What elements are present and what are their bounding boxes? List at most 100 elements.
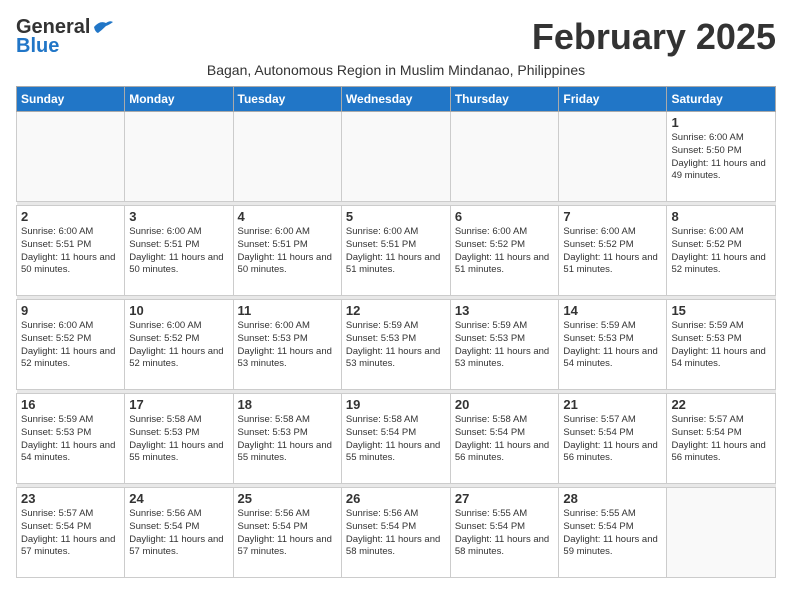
day-number: 1 [671,115,771,130]
calendar-cell: 15 Sunrise: 5:59 AM Sunset: 5:53 PM Dayli… [667,300,776,390]
day-info: Sunrise: 5:59 AM Sunset: 5:53 PM Dayligh… [346,320,446,371]
calendar-cell [125,112,233,202]
day-number: 24 [129,491,228,506]
day-number: 10 [129,303,228,318]
day-info: Sunrise: 5:57 AM Sunset: 5:54 PM Dayligh… [671,414,771,465]
day-number: 15 [671,303,771,318]
day-info: Sunrise: 5:59 AM Sunset: 5:53 PM Dayligh… [455,320,555,371]
col-header-sunday: Sunday [17,87,125,112]
calendar-cell [233,112,341,202]
day-info: Sunrise: 6:00 AM Sunset: 5:52 PM Dayligh… [21,320,120,371]
day-info: Sunrise: 5:58 AM Sunset: 5:53 PM Dayligh… [238,414,337,465]
calendar-cell: 23 Sunrise: 5:57 AM Sunset: 5:54 PM Dayli… [17,488,125,578]
day-info: Sunrise: 6:00 AM Sunset: 5:51 PM Dayligh… [129,226,228,277]
calendar-cell [17,112,125,202]
day-number: 4 [238,209,337,224]
calendar-cell [559,112,667,202]
day-info: Sunrise: 5:58 AM Sunset: 5:54 PM Dayligh… [455,414,555,465]
day-number: 3 [129,209,228,224]
calendar-week-row: 9 Sunrise: 6:00 AM Sunset: 5:52 PM Daylig… [17,300,776,390]
day-number: 28 [563,491,662,506]
day-number: 6 [455,209,555,224]
day-info: Sunrise: 6:00 AM Sunset: 5:52 PM Dayligh… [671,226,771,277]
day-info: Sunrise: 5:57 AM Sunset: 5:54 PM Dayligh… [21,508,120,559]
calendar-cell: 12 Sunrise: 5:59 AM Sunset: 5:53 PM Dayli… [341,300,450,390]
day-number: 7 [563,209,662,224]
day-number: 16 [21,397,120,412]
calendar-week-row: 16 Sunrise: 5:59 AM Sunset: 5:53 PM Dayli… [17,394,776,484]
day-info: Sunrise: 6:00 AM Sunset: 5:51 PM Dayligh… [21,226,120,277]
day-number: 25 [238,491,337,506]
calendar-week-row: 2 Sunrise: 6:00 AM Sunset: 5:51 PM Daylig… [17,206,776,296]
calendar-cell: 21 Sunrise: 5:57 AM Sunset: 5:54 PM Dayli… [559,394,667,484]
calendar-cell: 20 Sunrise: 5:58 AM Sunset: 5:54 PM Dayli… [450,394,559,484]
day-number: 12 [346,303,446,318]
calendar-cell: 8Sunrise: 6:00 AM Sunset: 5:52 PM Daylig… [667,206,776,296]
day-info: Sunrise: 5:59 AM Sunset: 5:53 PM Dayligh… [671,320,771,371]
calendar-cell: 5 Sunrise: 6:00 AM Sunset: 5:51 PM Daylig… [341,206,450,296]
day-number: 21 [563,397,662,412]
calendar-cell: 19 Sunrise: 5:58 AM Sunset: 5:54 PM Dayli… [341,394,450,484]
calendar-cell: 18 Sunrise: 5:58 AM Sunset: 5:53 PM Dayli… [233,394,341,484]
calendar-cell: 3 Sunrise: 6:00 AM Sunset: 5:51 PM Daylig… [125,206,233,296]
day-info: Sunrise: 5:55 AM Sunset: 5:54 PM Dayligh… [455,508,555,559]
page-subtitle: Bagan, Autonomous Region in Muslim Minda… [16,62,776,78]
calendar-cell: 22 Sunrise: 5:57 AM Sunset: 5:54 PM Dayli… [667,394,776,484]
day-info: Sunrise: 6:00 AM Sunset: 5:52 PM Dayligh… [455,226,555,277]
day-info: Sunrise: 5:58 AM Sunset: 5:54 PM Dayligh… [346,414,446,465]
page-header: General Blue February 2025 [16,16,776,58]
calendar-cell: 17Sunrise: 5:58 AM Sunset: 5:53 PM Dayli… [125,394,233,484]
col-header-friday: Friday [559,87,667,112]
day-number: 20 [455,397,555,412]
calendar-header-row: SundayMondayTuesdayWednesdayThursdayFrid… [17,87,776,112]
day-number: 5 [346,209,446,224]
day-info: Sunrise: 5:57 AM Sunset: 5:54 PM Dayligh… [563,414,662,465]
calendar-cell [341,112,450,202]
day-number: 2 [21,209,120,224]
calendar-cell: 4 Sunrise: 6:00 AM Sunset: 5:51 PM Daylig… [233,206,341,296]
day-number: 18 [238,397,337,412]
logo: General Blue [16,16,114,58]
calendar-cell: 6 Sunrise: 6:00 AM Sunset: 5:52 PM Daylig… [450,206,559,296]
logo-blue: Blue [16,35,59,58]
day-info: Sunrise: 6:00 AM Sunset: 5:51 PM Dayligh… [346,226,446,277]
calendar-week-row: 1 Sunrise: 6:00 AM Sunset: 5:50 PM Daylig… [17,112,776,202]
calendar-cell: 27Sunrise: 5:55 AM Sunset: 5:54 PM Dayli… [450,488,559,578]
day-info: Sunrise: 6:00 AM Sunset: 5:52 PM Dayligh… [129,320,228,371]
day-number: 22 [671,397,771,412]
day-number: 26 [346,491,446,506]
calendar-cell: 24Sunrise: 5:56 AM Sunset: 5:54 PM Dayli… [125,488,233,578]
day-number: 13 [455,303,555,318]
day-info: Sunrise: 6:00 AM Sunset: 5:51 PM Dayligh… [238,226,337,277]
calendar-cell [450,112,559,202]
calendar-cell: 2 Sunrise: 6:00 AM Sunset: 5:51 PM Daylig… [17,206,125,296]
calendar-week-row: 23 Sunrise: 5:57 AM Sunset: 5:54 PM Dayli… [17,488,776,578]
calendar-cell: 14Sunrise: 5:59 AM Sunset: 5:53 PM Dayli… [559,300,667,390]
calendar-cell: 16 Sunrise: 5:59 AM Sunset: 5:53 PM Dayli… [17,394,125,484]
day-info: Sunrise: 6:00 AM Sunset: 5:53 PM Dayligh… [238,320,337,371]
calendar-cell: 9 Sunrise: 6:00 AM Sunset: 5:52 PM Daylig… [17,300,125,390]
calendar-cell: 7 Sunrise: 6:00 AM Sunset: 5:52 PM Daylig… [559,206,667,296]
day-number: 9 [21,303,120,318]
day-info: Sunrise: 5:56 AM Sunset: 5:54 PM Dayligh… [238,508,337,559]
day-info: Sunrise: 5:55 AM Sunset: 5:54 PM Dayligh… [563,508,662,559]
calendar-cell: 26 Sunrise: 5:56 AM Sunset: 5:54 PM Dayli… [341,488,450,578]
col-header-saturday: Saturday [667,87,776,112]
day-number: 14 [563,303,662,318]
day-info: Sunrise: 5:59 AM Sunset: 5:53 PM Dayligh… [21,414,120,465]
col-header-tuesday: Tuesday [233,87,341,112]
day-number: 23 [21,491,120,506]
day-info: Sunrise: 6:00 AM Sunset: 5:52 PM Dayligh… [563,226,662,277]
col-header-thursday: Thursday [450,87,559,112]
calendar-cell: 13 Sunrise: 5:59 AM Sunset: 5:53 PM Dayli… [450,300,559,390]
day-info: Sunrise: 5:56 AM Sunset: 5:54 PM Dayligh… [346,508,446,559]
calendar-cell: 11Sunrise: 6:00 AM Sunset: 5:53 PM Dayli… [233,300,341,390]
day-number: 19 [346,397,446,412]
calendar-cell: 1 Sunrise: 6:00 AM Sunset: 5:50 PM Daylig… [667,112,776,202]
calendar-cell: 10 Sunrise: 6:00 AM Sunset: 5:52 PM Dayli… [125,300,233,390]
col-header-wednesday: Wednesday [341,87,450,112]
calendar-cell: 28 Sunrise: 5:55 AM Sunset: 5:54 PM Dayli… [559,488,667,578]
col-header-monday: Monday [125,87,233,112]
day-info: Sunrise: 6:00 AM Sunset: 5:50 PM Dayligh… [671,132,771,183]
calendar-table: SundayMondayTuesdayWednesdayThursdayFrid… [16,86,776,578]
